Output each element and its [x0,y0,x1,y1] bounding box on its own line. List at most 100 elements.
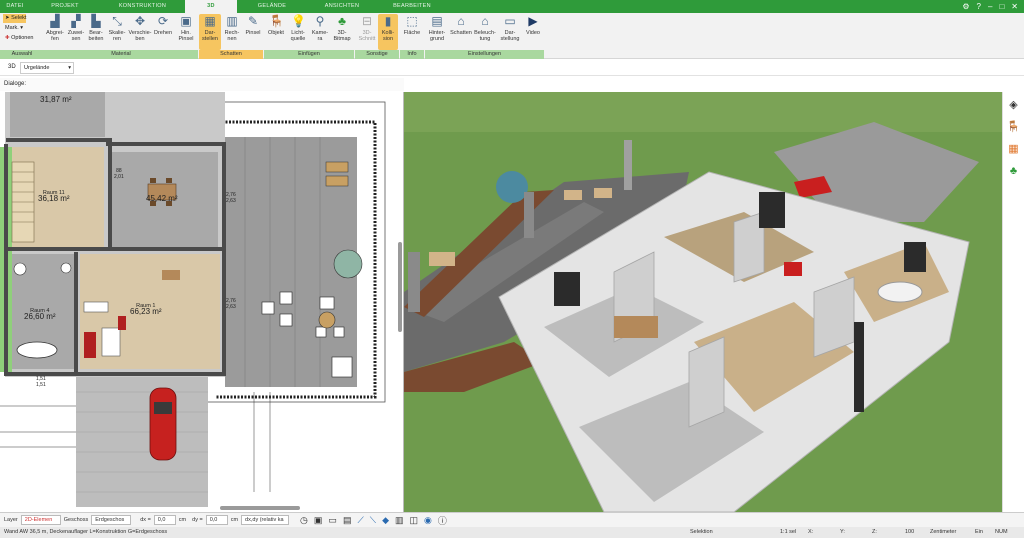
tab-konstruktion[interactable]: KONSTRUKTION [100,0,185,13]
3d-view[interactable] [404,92,1002,512]
snap-line-icon[interactable]: ⟍ [370,515,376,526]
paint-icon: ▞ [71,14,81,28]
move-button[interactable]: ✥ Verschie- ben [128,14,152,50]
minimize-icon[interactable]: – [988,2,992,11]
record-icon[interactable]: ◉ [424,515,432,526]
horizontal-scrollbar[interactable] [220,506,300,510]
chair-icon[interactable]: 🪑 [1007,120,1021,134]
edit-icon: ▙ [91,14,101,28]
button-label: Hinter- grund [428,30,446,42]
video-button[interactable]: ▶ Video [523,14,543,50]
group-material: Material [44,50,198,59]
tab-ansichten[interactable]: ANSICHTEN [307,0,377,13]
layer-select[interactable]: 2D-Elemen [20,515,61,525]
object-button[interactable]: 🪑 Objekt [265,14,287,50]
play-icon: ▶ [528,14,538,28]
area-button[interactable]: ⬚ Fläche [401,14,423,50]
render-button[interactable]: ▦ Dar- stellen [199,14,221,50]
edit-material-button[interactable]: ▙ Bear- beiten [86,14,106,50]
brush-icon: ✎ [247,14,259,28]
dx-label: dx = [140,517,151,523]
settings-icon[interactable]: ⚙ [962,2,969,11]
room-label: 45,42 m² [146,195,178,203]
background-icon: ▤ [431,14,443,28]
room-area: 26,60 m² [24,312,56,321]
layer-label: Layer [4,517,18,523]
vertical-scrollbar[interactable] [398,242,402,332]
clock-icon[interactable]: ◷ [300,515,308,526]
status-scale: 1:1 sel [780,529,797,535]
tab-projekt[interactable]: PROJEKT [30,0,100,13]
button-label: Abgrei- fen [46,30,64,42]
light-source-button[interactable]: 💡 Licht- quelle [287,14,309,50]
3d-scene [404,92,1002,512]
monitor-icon[interactable]: ▭ [328,515,337,526]
collision-button[interactable]: ▮ Kolli- sion [378,14,398,50]
brush-button[interactable]: ▣ Hin. Pinsel [175,14,197,50]
calculate-icon: ▥ [226,14,238,28]
button-label: Dar- stellen [202,30,218,42]
dialog-bar: Dialoge: [0,78,404,91]
button-label: 3D- Bitmap [333,30,351,42]
tab-datei[interactable]: DATEI [0,0,30,13]
lighting-button[interactable]: ⌂ Beleuch- tung [473,14,497,50]
button-label: Pinsel [245,30,261,36]
room-area: 31,87 m² [40,95,72,104]
pick-material-button[interactable]: ▟ Abgrei- fen [44,14,66,50]
layers-icon[interactable]: ◈ [1007,98,1021,112]
close-icon[interactable]: ✕ [1011,2,1018,11]
tab-3d[interactable]: 3D [185,0,237,13]
3d-bitmap-button[interactable]: ♣ 3D- Bitmap [331,14,353,50]
house-icon: ⌂ [457,14,465,28]
table-icon[interactable]: ▥ [395,515,404,526]
maximize-icon[interactable]: □ [999,2,1004,11]
dy-input[interactable]: 0,0 [205,515,228,525]
3d-section-button[interactable]: ⊟ 3D- Schnitt [356,14,378,50]
assign-material-button[interactable]: ▞ Zuwei- sen [66,14,86,50]
dx-unit: cm [178,517,187,523]
camera-icon[interactable]: ▣ [314,515,323,526]
tab-gelaende[interactable]: GELÄNDE [237,0,307,13]
status-zoom: 100 [905,529,915,535]
shadow-brush-button[interactable]: ✎ Pinsel [243,14,263,50]
button-label: Drehen [153,30,173,36]
dx-input[interactable]: 0,0 [153,515,176,525]
button-label: Dar- stellung [500,30,520,42]
lightbulb-icon: 💡 [291,14,306,28]
calculate-button[interactable]: ▥ Rech- nen [221,14,243,50]
floor-select[interactable]: Erdgeschos [91,515,132,525]
shadow-button[interactable]: ⌂ Schatten [449,14,473,50]
palette-icon[interactable]: ▦ [1007,142,1021,156]
info-icon[interactable]: ⓘ [438,514,447,527]
snap-icon[interactable]: ⟋ [357,515,363,526]
button-label: Skalie- ren [108,30,126,42]
select-button[interactable]: ➤ Selekt [3,14,27,23]
coordinate-mode-select[interactable]: dx,dy (relativ ka [241,515,290,525]
view-mode-label: 3D [8,64,16,70]
background-button[interactable]: ▤ Hinter- grund [425,14,449,50]
help-icon[interactable]: ? [977,2,981,11]
tab-bearbeiten[interactable]: BEARBEITEN [377,0,447,13]
tree-icon[interactable]: ♣ [1007,164,1021,178]
button-label: Schatten [450,30,472,36]
terrain-layer-select[interactable]: Urgelände ▾ [20,62,74,74]
display-button[interactable]: ▭ Dar- stellung [497,14,523,50]
group-schatten: Schatten [199,50,263,59]
group-einstellungen: Einstellungen [425,50,544,59]
button-label: Kame- ra [311,30,329,42]
rotate-button[interactable]: ⟳ Drehen [152,14,174,50]
section-icon: ⊟ [361,14,373,28]
camera-button[interactable]: ⚲ Kame- ra [309,14,331,50]
button-label: Bear- beiten [88,30,104,42]
input-bar: Layer 2D-Elemen Geschoss Erdgeschos dx =… [0,512,1024,527]
status-mode: Selektion [690,529,713,535]
scale-button[interactable]: ⤡ Skalie- ren [106,14,128,50]
view-icon[interactable]: ◫ [410,515,419,526]
floor-plan-2d[interactable]: 31,87 m² Raum 11 36,18 m² 45,42 m² Raum 1… [0,92,404,512]
grid-icon[interactable]: ◆ [382,515,389,526]
room-label: 31,87 m² [40,95,72,104]
print-icon[interactable]: ▤ [343,515,352,526]
render-icon: ▦ [204,14,216,28]
mark-button[interactable]: Mark. ▾ [3,24,23,33]
options-button[interactable]: ✚ Optionen [3,34,33,43]
